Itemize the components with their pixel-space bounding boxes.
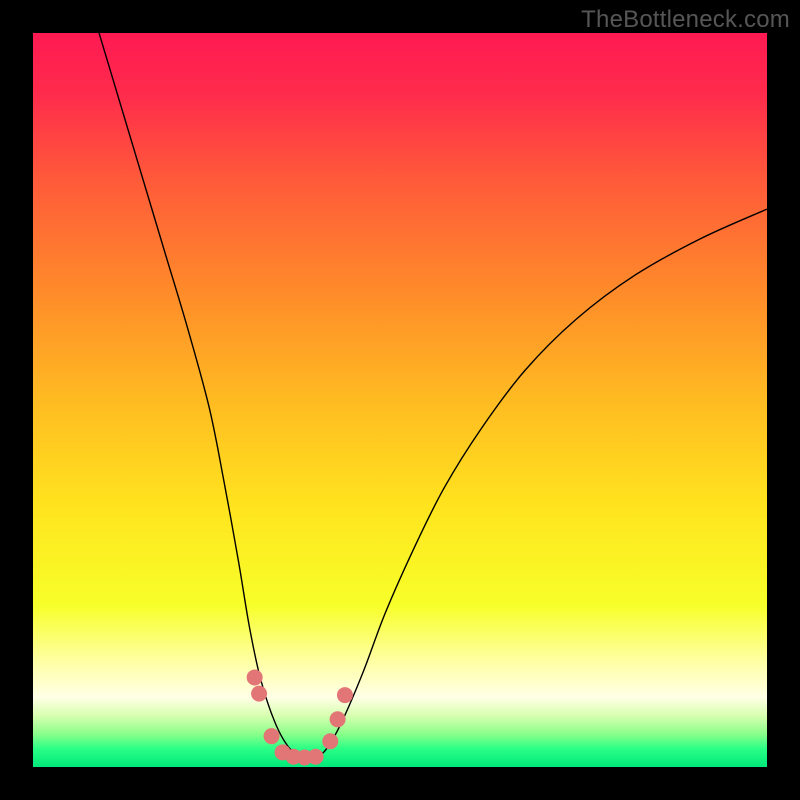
dot-marker bbox=[308, 749, 324, 765]
chart-frame: TheBottleneck.com bbox=[0, 0, 800, 800]
curve-layer bbox=[33, 33, 767, 767]
dot-marker bbox=[330, 711, 346, 727]
plot-area bbox=[33, 33, 767, 767]
dot-marker bbox=[247, 669, 263, 685]
dot-marker bbox=[337, 687, 353, 703]
watermark-text: TheBottleneck.com bbox=[581, 6, 790, 34]
dot-marker bbox=[322, 733, 338, 749]
dot-marker bbox=[251, 686, 267, 702]
dot-marker bbox=[264, 728, 280, 744]
bottleneck-curve bbox=[99, 33, 767, 759]
